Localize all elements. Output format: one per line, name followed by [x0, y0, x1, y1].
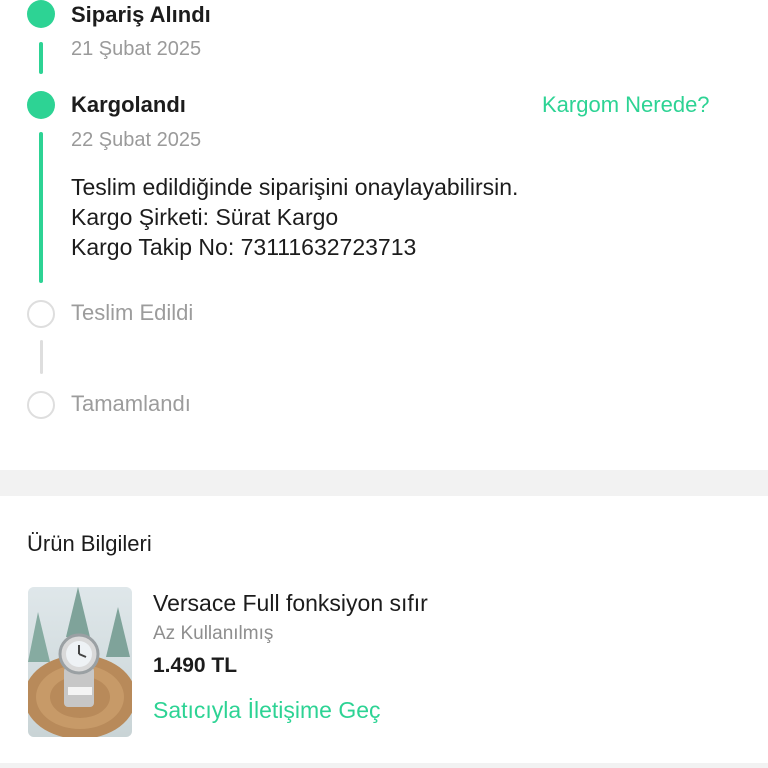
bottom-divider — [0, 763, 768, 768]
step-title-shipped: Kargolandı — [71, 92, 186, 117]
step-done-dot — [27, 91, 55, 119]
step-done-dot — [27, 0, 55, 28]
cargo-company: Kargo Şirketi: Sürat Kargo — [71, 204, 339, 230]
section-divider — [0, 470, 768, 496]
watch-photo-icon — [28, 587, 132, 737]
timeline-connector — [40, 340, 43, 374]
timeline-connector — [39, 42, 43, 74]
product-section-title: Ürün Bilgileri — [27, 531, 152, 556]
tracking-number: Kargo Takip No: 73111632723713 — [71, 234, 417, 260]
step-title-completed: Tamamlandı — [71, 391, 191, 416]
step-title-ordered: Sipariş Alındı — [71, 2, 211, 27]
contact-seller-link[interactable]: Satıcıyla İletişime Geç — [153, 697, 381, 724]
confirm-note: Teslim edildiğinde siparişini onaylayabi… — [71, 174, 519, 200]
step-date-shipped: 22 Şubat 2025 — [71, 129, 202, 151]
product-thumbnail[interactable] — [28, 587, 132, 737]
step-pending-dot — [27, 391, 55, 419]
step-date-ordered: 21 Şubat 2025 — [71, 38, 202, 60]
shipping-details: Teslim edildiğinde siparişini onaylayabi… — [71, 172, 518, 262]
product-price: 1.490 TL — [153, 654, 238, 677]
timeline-connector — [39, 132, 43, 283]
step-pending-dot — [27, 300, 55, 328]
product-condition: Az Kullanılmış — [153, 623, 274, 644]
step-title-delivered: Teslim Edildi — [71, 300, 194, 325]
product-name[interactable]: Versace Full fonksiyon sıfır — [153, 590, 428, 617]
where-is-my-cargo-link[interactable]: Kargom Nerede? — [542, 92, 710, 118]
